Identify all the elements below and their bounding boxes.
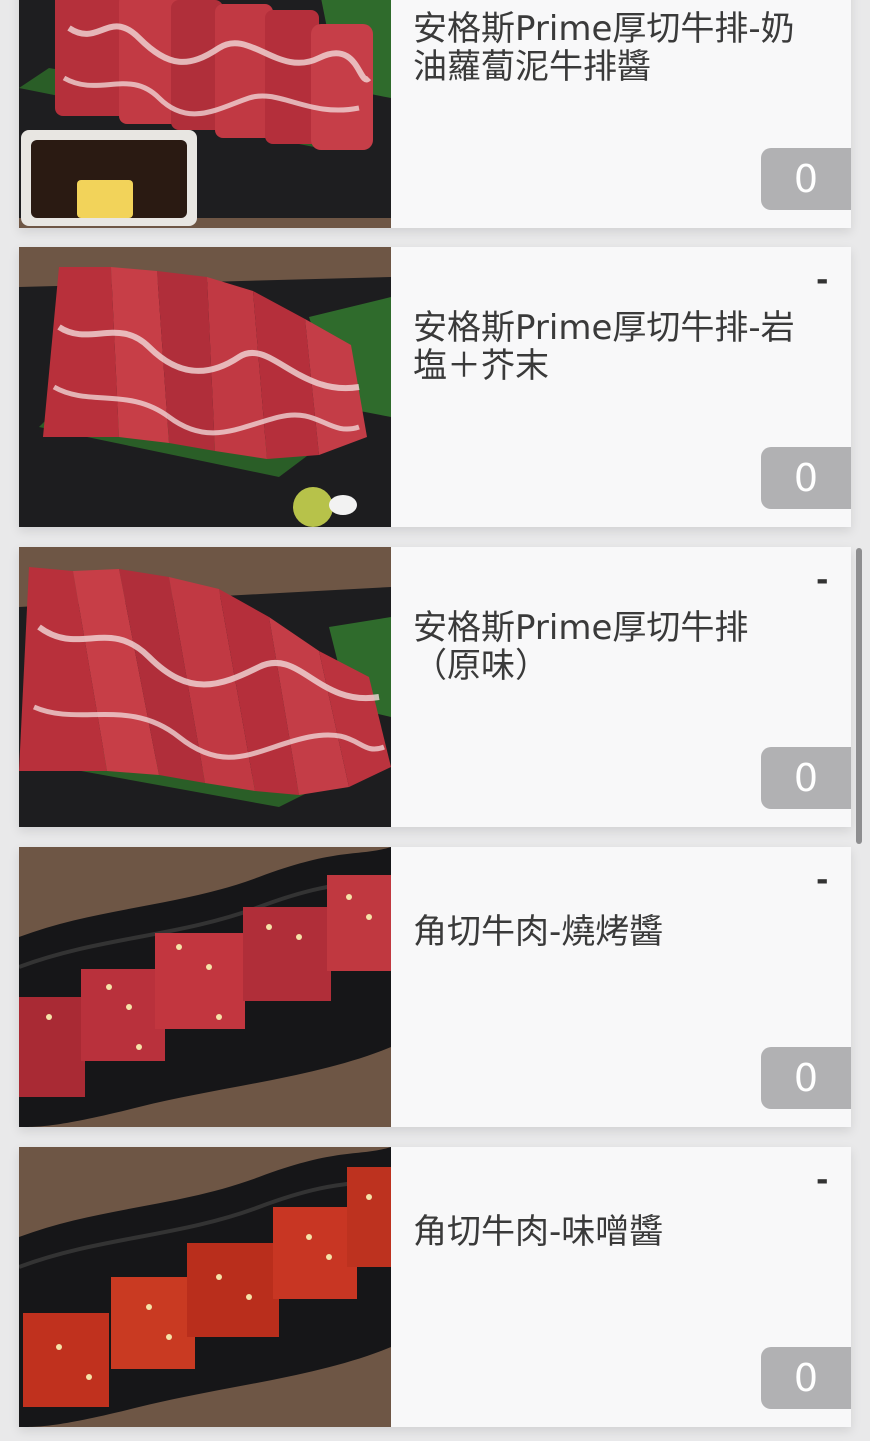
menu-item-card[interactable]: 角切牛肉-味噌醬 - 0 — [19, 1147, 851, 1427]
beef-cubes-miso-photo — [19, 1147, 391, 1427]
menu-item-card[interactable]: 安格斯Prime厚切牛排-岩 塩＋芥末 - 0 — [19, 247, 851, 527]
menu-list: 安格斯Prime厚切牛排-奶 油蘿蔔泥牛排醬 0 安格斯Prime厚切牛排-岩 … — [0, 0, 870, 1441]
menu-item-card[interactable]: 安格斯Prime厚切牛排-奶 油蘿蔔泥牛排醬 0 — [19, 0, 851, 228]
item-name: 角切牛肉-燒烤醬 — [413, 912, 664, 952]
steak-salt-wasabi-photo — [19, 247, 391, 527]
quantity-badge[interactable]: 0 — [761, 1047, 851, 1109]
item-name: 安格斯Prime厚切牛排 （原味） — [413, 608, 749, 686]
item-dash: - — [816, 563, 829, 598]
item-dash: - — [816, 263, 829, 298]
quantity-badge[interactable]: 0 — [761, 1347, 851, 1409]
menu-item-card[interactable]: 角切牛肉-燒烤醬 - 0 — [19, 847, 851, 1127]
steak-butter-sauce-photo — [19, 0, 391, 228]
item-dash: - — [816, 1163, 829, 1198]
quantity-badge[interactable]: 0 — [761, 148, 851, 210]
item-dash: - — [816, 863, 829, 898]
menu-item-card[interactable]: 安格斯Prime厚切牛排 （原味） - 0 — [19, 547, 851, 827]
quantity-badge[interactable]: 0 — [761, 747, 851, 809]
beef-cubes-bbq-photo — [19, 847, 391, 1127]
steak-original-photo — [19, 547, 391, 827]
item-name: 安格斯Prime厚切牛排-奶 油蘿蔔泥牛排醬 — [413, 9, 795, 87]
item-name: 角切牛肉-味噌醬 — [413, 1212, 664, 1252]
item-name: 安格斯Prime厚切牛排-岩 塩＋芥末 — [413, 308, 795, 386]
scrollbar[interactable] — [856, 548, 862, 844]
quantity-badge[interactable]: 0 — [761, 447, 851, 509]
